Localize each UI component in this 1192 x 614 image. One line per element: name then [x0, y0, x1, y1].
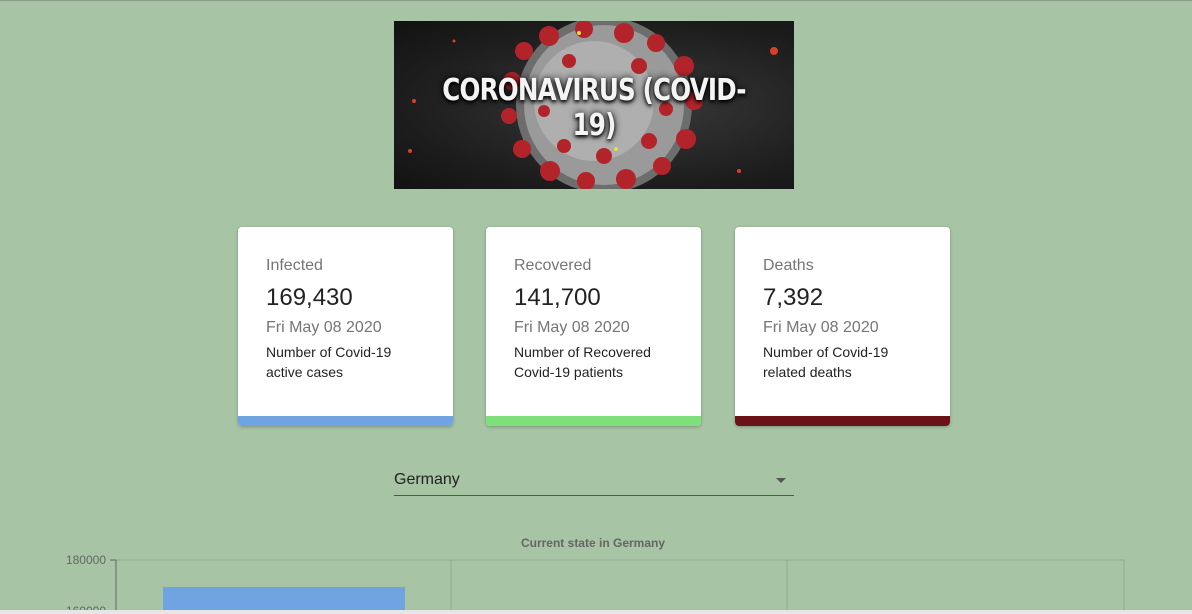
chart-title: Current state in Germany — [521, 536, 665, 550]
banner-title: CORONAVIRUS (COVID-19) — [442, 73, 746, 143]
card-accent-bar — [238, 416, 453, 426]
card-description-line: active cases — [266, 364, 344, 380]
infected-card: Infected 169,430 Fri May 08 2020 Number … — [238, 227, 453, 426]
covid-banner-image: CORONAVIRUS (COVID-19) — [394, 21, 794, 189]
card-description-line: Number of Covid-19 — [763, 344, 889, 360]
card-description-line: Number of Covid-19 — [266, 344, 392, 360]
card-description-line: related deaths — [763, 364, 852, 380]
deaths-card: Deaths 7,392 Fri May 08 2020 Number of C… — [735, 227, 950, 426]
chevron-down-icon[interactable] — [776, 478, 786, 483]
card-accent-bar — [735, 416, 950, 426]
card-description-line: Covid-19 patients — [514, 364, 623, 380]
card-label: Deaths — [763, 257, 814, 274]
country-select-value: Germany — [394, 471, 460, 488]
card-date: Fri May 08 2020 — [514, 319, 630, 336]
recovered-card: Recovered 141,700 Fri May 08 2020 Number… — [486, 227, 701, 426]
chart-y-tick-label: 180000 — [66, 553, 106, 567]
card-label: Infected — [266, 257, 323, 274]
card-description: Number of Covid-19 active cases — [266, 342, 425, 382]
card-accent-bar — [486, 416, 701, 426]
card-value: 7,392 — [763, 284, 824, 311]
card-description: Number of Covid-19 related deaths — [763, 342, 922, 382]
bar-chart: Current state in Germany 180000160000 — [66, 536, 1125, 614]
card-value: 169,430 — [266, 284, 353, 311]
page-bottom-rule — [0, 610, 1192, 614]
card-date: Fri May 08 2020 — [266, 319, 382, 336]
card-description: Number of Recovered Covid-19 patients — [514, 342, 673, 382]
card-description-line: Number of Recovered — [514, 344, 651, 360]
card-value: 141,700 — [514, 284, 601, 311]
country-select[interactable]: Germany — [394, 461, 794, 496]
card-date: Fri May 08 2020 — [763, 319, 879, 336]
card-label: Recovered — [514, 257, 592, 274]
